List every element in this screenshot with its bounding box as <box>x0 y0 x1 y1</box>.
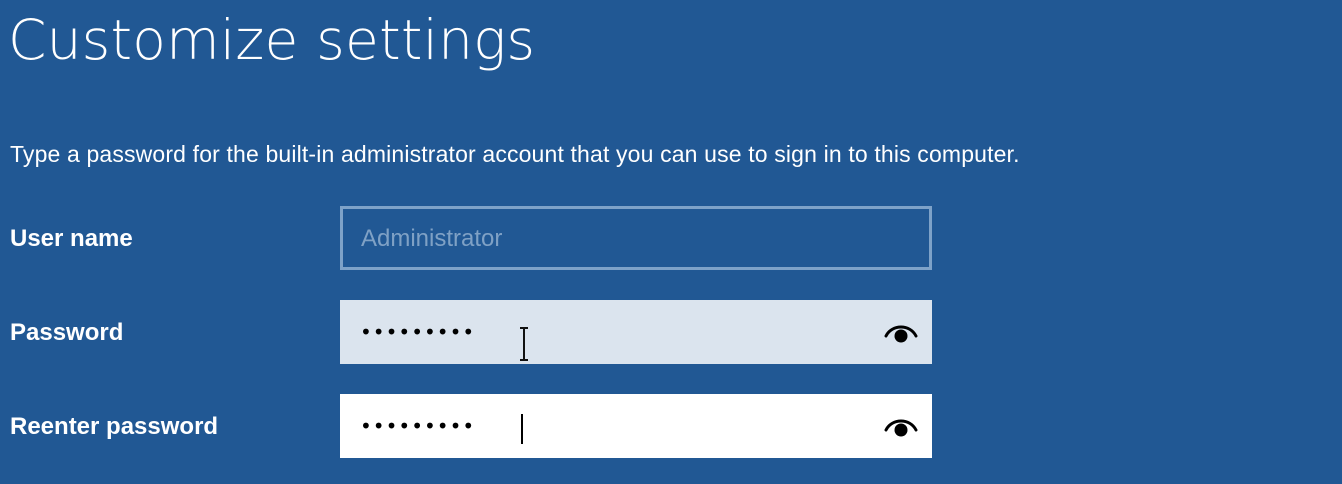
eye-icon[interactable] <box>884 416 918 438</box>
customize-settings-page: Customize settings Type a password for t… <box>0 0 1342 484</box>
reenter-password-masked-value: ••••••••• <box>360 414 476 438</box>
reenter-password-label: Reenter password <box>10 413 219 440</box>
username-label: User name <box>10 225 133 252</box>
page-description: Type a password for the built-in adminis… <box>10 141 1020 167</box>
page-title: Customize settings <box>8 8 536 72</box>
username-field: Administrator <box>340 206 932 270</box>
text-cursor-icon <box>520 327 528 361</box>
password-field[interactable]: ••••••••• <box>340 300 932 364</box>
password-masked-value: ••••••••• <box>360 320 476 344</box>
reenter-password-field[interactable]: ••••••••• <box>340 394 932 458</box>
username-value: Administrator <box>361 225 503 252</box>
text-caret <box>521 414 523 444</box>
password-label: Password <box>10 319 124 346</box>
eye-icon[interactable] <box>884 322 918 344</box>
